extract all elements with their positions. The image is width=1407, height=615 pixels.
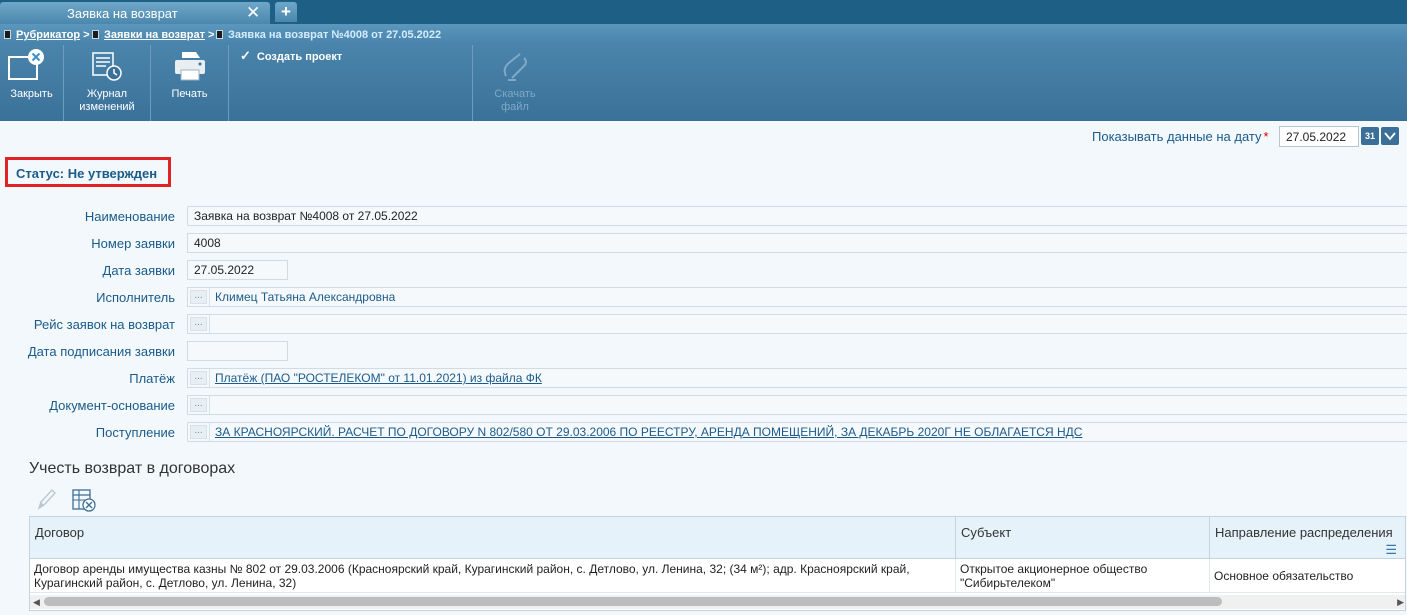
receipt-link[interactable]: ЗА КРАСНОЯРСКИЙ. РАСЧЕТ ПО ДОГОВОРУ N 80… xyxy=(215,425,1082,439)
name-label: Наименование xyxy=(84,209,175,224)
download-file-icon xyxy=(503,53,527,81)
tab-title: Заявка на возврат xyxy=(67,6,178,21)
receipt-label: Поступление xyxy=(95,425,175,440)
name-field[interactable]: Заявка на возврат №4008 от 27.05.2022 xyxy=(187,206,1407,226)
printer-icon xyxy=(175,52,205,81)
breadcrumb: Рубрикатор > Заявки на возврат > Заявка … xyxy=(0,24,1407,45)
sign-date-field[interactable] xyxy=(187,341,288,361)
payment-select-button[interactable]: ... xyxy=(190,371,207,385)
delete-row-icon[interactable] xyxy=(71,487,97,513)
tab-active[interactable]: Заявка на возврат ✕ xyxy=(0,2,270,24)
breadcrumb-item-rubricator: Рубрикатор > xyxy=(4,29,90,41)
chevron-down-shape xyxy=(1384,132,1396,141)
document-icon xyxy=(92,30,99,39)
download-label-line2: файл xyxy=(501,101,529,113)
executor-label: Исполнитель xyxy=(96,290,175,305)
tab-bar: Заявка на возврат ✕ + xyxy=(0,0,1407,24)
change-journal-label-line2: изменений xyxy=(79,101,135,113)
chevron-down-icon[interactable] xyxy=(1381,127,1399,145)
section-title: Учесть возврат в договорах xyxy=(29,460,236,477)
scrollbar-thumb[interactable] xyxy=(44,597,1222,606)
subject-cell: Открытое акционерное общество "Сибирьтел… xyxy=(956,559,1210,593)
field-separator xyxy=(209,423,210,441)
calendar-icon[interactable]: 31 xyxy=(1361,127,1379,145)
contract-cell: Договор аренды имущества казны № 802 от … xyxy=(30,559,956,593)
checkmark-icon: ✓ xyxy=(240,48,251,63)
number-field[interactable]: 4008 xyxy=(187,233,1407,253)
add-tab-button[interactable]: + xyxy=(275,2,297,22)
show-date-label-text: Показывать данные на дату xyxy=(1092,129,1262,144)
breadcrumb-link-requests[interactable]: Заявки на возврат xyxy=(104,29,205,41)
breadcrumb-current: Заявка на возврат №4008 от 27.05.2022 xyxy=(216,29,441,41)
receipt-field[interactable]: ... ЗА КРАСНОЯРСКИЙ. РАСЧЕТ ПО ДОГОВОРУ … xyxy=(187,422,1407,442)
receipt-select-button[interactable]: ... xyxy=(190,425,207,439)
change-journal-label-line1: Журнал xyxy=(86,88,128,100)
close-window-icon xyxy=(8,49,44,80)
trip-field[interactable]: ... xyxy=(187,314,1407,334)
breadcrumb-current-label: Заявка на возврат №4008 от 27.05.2022 xyxy=(228,29,442,41)
horizontal-scrollbar[interactable]: ◀ ▶ xyxy=(30,595,1405,609)
download-file-label: Скачать файл xyxy=(473,88,557,114)
scroll-left-icon[interactable]: ◀ xyxy=(33,597,40,608)
contracts-table: Договор Субъект Направление распределени… xyxy=(29,516,1406,611)
document-icon xyxy=(216,30,223,39)
breadcrumb-separator: > xyxy=(83,29,90,41)
basis-select-button[interactable]: ... xyxy=(190,398,207,412)
sign-date-label: Дата подписания заявки xyxy=(27,344,175,359)
change-journal-label: Журнал изменений xyxy=(64,88,150,114)
close-button-label: Закрыть xyxy=(10,88,53,100)
trip-label: Рейс заявок на возврат xyxy=(33,317,175,332)
toolbar: Закрыть Журнал изменений Печать ✓ Создать… xyxy=(0,45,1407,121)
column-menu-icon[interactable]: ☰ xyxy=(1385,542,1397,558)
create-project-label: Создать проект xyxy=(256,51,343,63)
breadcrumb-item-requests: Заявки на возврат > xyxy=(92,29,214,41)
field-separator xyxy=(209,369,210,387)
scroll-right-icon[interactable]: ▶ xyxy=(1397,597,1404,608)
executor-field[interactable]: ... Климец Татьяна Александровна xyxy=(187,287,1407,307)
trip-select-button[interactable]: ... xyxy=(190,317,207,331)
document-icon xyxy=(4,30,11,39)
request-date-field[interactable]: 27.05.2022 xyxy=(187,260,288,280)
show-date-label: Показывать данные на дату * xyxy=(1092,129,1269,144)
column-header-direction[interactable]: Направление распределения ☰ xyxy=(1210,517,1405,559)
payment-label: Платёж xyxy=(129,371,175,386)
print-button[interactable]: Печать xyxy=(151,45,229,121)
field-separator xyxy=(209,288,210,306)
download-label-line1: Скачать xyxy=(494,88,536,100)
basis-document-field[interactable]: ... xyxy=(187,395,1407,415)
required-mark: * xyxy=(1263,129,1269,144)
executor-select-button[interactable]: ... xyxy=(190,290,207,304)
payment-link[interactable]: Платёж (ПАО "РОСТЕЛЕКОМ" от 11.01.2021) … xyxy=(215,371,542,385)
show-date-input[interactable] xyxy=(1279,126,1359,147)
request-date-label: Дата заявки xyxy=(102,263,175,278)
number-label: Номер заявки xyxy=(91,236,175,251)
breadcrumb-separator: > xyxy=(208,29,215,41)
table-row[interactable]: Договор аренды имущества казны № 802 от … xyxy=(30,559,1405,593)
executor-value: Климец Татьяна Александровна xyxy=(215,290,396,304)
payment-field[interactable]: ... Платёж (ПАО "РОСТЕЛЕКОМ" от 11.01.20… xyxy=(187,368,1407,388)
close-icon[interactable]: ✕ xyxy=(246,3,260,23)
field-separator xyxy=(209,396,210,414)
print-button-label: Печать xyxy=(171,88,208,100)
breadcrumb-link-rubricator[interactable]: Рубрикатор xyxy=(16,29,80,41)
column-header-subject[interactable]: Субъект xyxy=(956,517,1210,559)
download-file-button[interactable]: Скачать файл xyxy=(473,45,557,121)
table-header: Договор Субъект Направление распределени… xyxy=(30,517,1405,559)
basis-document-label: Документ-основание xyxy=(49,398,175,413)
edit-icon[interactable] xyxy=(36,487,58,511)
field-separator xyxy=(209,315,210,333)
column-header-direction-label: Направление распределения xyxy=(1215,525,1393,540)
journal-icon xyxy=(92,52,122,81)
create-project-checkbox[interactable]: ✓ Создать проект xyxy=(240,48,342,64)
column-header-contract[interactable]: Договор xyxy=(30,517,956,559)
change-journal-button[interactable]: Журнал изменений xyxy=(64,45,151,121)
direction-cell: Основное обязательство xyxy=(1214,569,1354,583)
close-button[interactable]: Закрыть xyxy=(0,45,64,121)
status-badge: Статус: Не утвержден xyxy=(5,157,171,187)
